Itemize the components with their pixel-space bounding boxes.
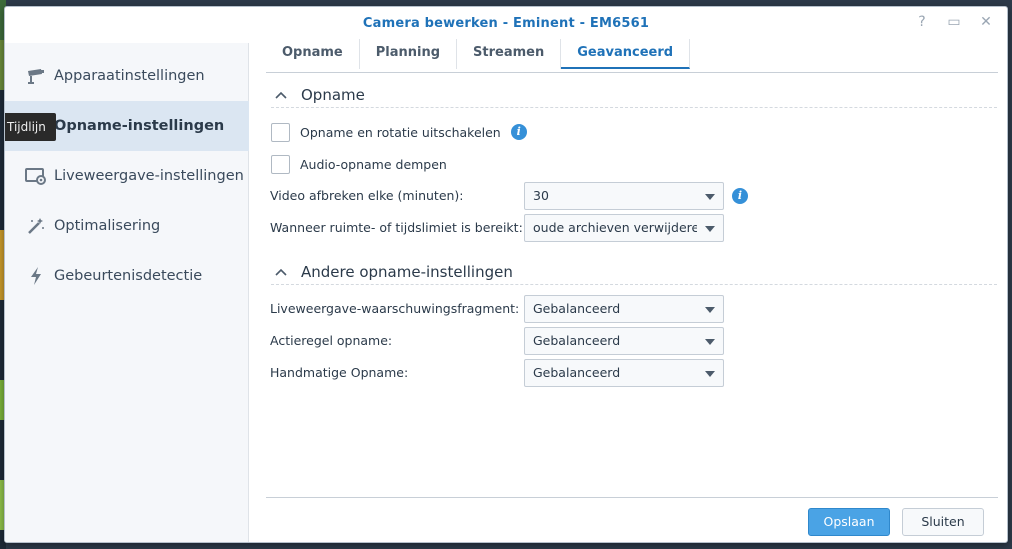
chevron-up-icon[interactable] — [275, 88, 289, 102]
lightning-icon — [25, 265, 47, 287]
select-value: Gebalanceerd — [533, 301, 621, 316]
timeline-tooltip: Tijdlijn — [5, 113, 56, 141]
section-recording-header[interactable]: Opname — [271, 82, 997, 108]
camera-icon — [25, 65, 47, 87]
mute-audio-checkbox[interactable] — [271, 154, 290, 174]
sidebar-item-optimization[interactable]: Optimalisering — [5, 201, 249, 251]
monitor-icon — [25, 165, 47, 187]
sidebar-item-label: Opname-instellingen — [54, 118, 225, 134]
limit-reached-select[interactable]: oude archieven verwijderen — [524, 214, 724, 242]
tab-recording[interactable]: Opname — [266, 39, 360, 69]
edit-camera-dialog: Camera bewerken - Eminent - EM6561 ? ▭ ✕… — [4, 6, 1008, 543]
select-value: Gebalanceerd — [533, 365, 621, 380]
close-button[interactable]: Sluiten — [902, 508, 984, 536]
limit-reached-label: Wanneer ruimte- of tijdslimiet is bereik… — [270, 220, 523, 235]
mute-audio-label: Audio-opname dempen — [300, 156, 447, 172]
chevron-down-icon — [705, 226, 715, 232]
action-rule-select[interactable]: Gebalanceerd — [524, 327, 724, 355]
disable-recording-label: Opname en rotatie uitschakelen — [300, 124, 501, 140]
save-button[interactable]: Opslaan — [808, 508, 890, 536]
disable-recording-row: Opname en rotatie uitschakelen i — [271, 121, 527, 143]
dialog-title: Camera bewerken - Eminent - EM6561 — [362, 16, 650, 31]
disable-recording-checkbox[interactable] — [271, 122, 290, 142]
sidebar-item-device-settings[interactable]: Apparaatinstellingen — [5, 51, 249, 101]
close-icon[interactable]: ✕ — [979, 14, 993, 30]
tab-divider — [266, 72, 998, 73]
split-video-select[interactable]: 30 — [524, 182, 724, 210]
info-icon[interactable]: i — [510, 124, 527, 140]
sidebar-item-label: Apparaatinstellingen — [54, 68, 205, 84]
manual-recording-label: Handmatige Opname: — [270, 365, 409, 380]
info-icon[interactable]: i — [732, 188, 748, 204]
chevron-up-icon[interactable] — [275, 265, 289, 279]
select-value: Gebalanceerd — [533, 333, 621, 348]
sidebar-item-label: Gebeurtenisdetectie — [54, 268, 203, 284]
select-value: 30 — [533, 188, 549, 203]
chevron-down-icon — [705, 371, 715, 377]
window-controls: ? ▭ ✕ — [915, 14, 993, 30]
chevron-down-icon — [705, 194, 715, 200]
section-other-header[interactable]: Andere opname-instellingen — [271, 259, 997, 285]
section-title: Opname — [301, 85, 365, 104]
title-bar: Camera bewerken - Eminent - EM6561 ? ▭ ✕ — [5, 7, 1007, 43]
tab-schedule[interactable]: Planning — [360, 39, 458, 69]
maximize-icon[interactable]: ▭ — [947, 14, 961, 30]
action-rule-label: Actieregel opname: — [270, 333, 393, 348]
live-warning-label: Liveweergave-waarschuwingsfragment: — [270, 301, 520, 316]
magic-wand-icon — [25, 215, 47, 237]
footer-divider — [266, 497, 998, 498]
manual-recording-select[interactable]: Gebalanceerd — [524, 359, 724, 387]
tab-bar: Opname Planning Streamen Geavanceerd — [266, 39, 691, 71]
split-video-label: Video afbreken elke (minuten): — [270, 188, 464, 203]
tab-stream[interactable]: Streamen — [457, 39, 562, 69]
sidebar-item-label: Liveweergave-instellingen — [54, 168, 244, 184]
select-value: oude archieven verwijderen — [533, 220, 697, 235]
sidebar-item-liveview-settings[interactable]: Liveweergave-instellingen — [5, 151, 249, 201]
sidebar-item-label: Optimalisering — [54, 218, 161, 234]
sidebar-item-event-detection[interactable]: Gebeurtenisdetectie — [5, 251, 249, 301]
mute-audio-row: Audio-opname dempen — [271, 153, 447, 175]
chevron-down-icon — [705, 339, 715, 345]
tab-advanced[interactable]: Geavanceerd — [561, 39, 691, 69]
help-icon[interactable]: ? — [915, 14, 929, 30]
section-title: Andere opname-instellingen — [301, 262, 513, 281]
live-warning-select[interactable]: Gebalanceerd — [524, 295, 724, 323]
chevron-down-icon — [705, 307, 715, 313]
